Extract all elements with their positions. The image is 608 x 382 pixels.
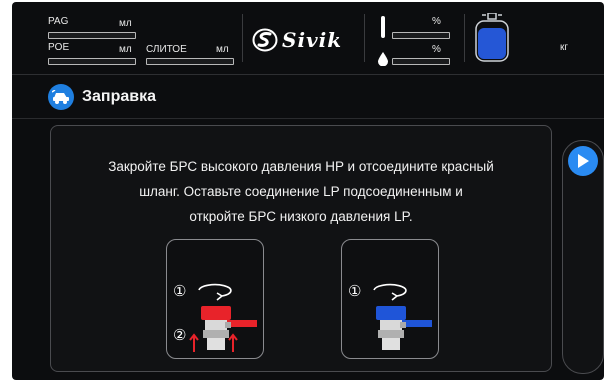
page-title: Заправка [82, 88, 156, 105]
separator [242, 14, 243, 62]
level2-unit: % [432, 44, 441, 55]
pag-unit: мл [119, 18, 132, 29]
step-1-marker: ① [173, 283, 187, 300]
step-2-marker: ② [173, 327, 187, 344]
poe-unit: мл [119, 44, 132, 55]
instruction-line: шланг. Оставьте соединение LP подсоедине… [139, 184, 463, 199]
page-header: Заправка [48, 82, 156, 112]
level-bar-icon [381, 16, 385, 38]
pag-bar [48, 32, 136, 39]
poe-label: POE [48, 42, 70, 53]
screen: PAG мл POE мл СЛИТОЕ мл Sivik % % кг Зап… [12, 2, 604, 380]
level1-bar [392, 32, 450, 39]
divider [12, 118, 604, 119]
divider [12, 74, 604, 75]
tank-icon [475, 13, 509, 62]
brand-logo: Sivik [252, 28, 342, 52]
play-icon[interactable] [568, 146, 598, 176]
clitoe-label: СЛИТОЕ [146, 44, 187, 55]
separator [364, 14, 365, 62]
instruction-panel: Закройте БРС высокого давления HP и отсо… [50, 125, 552, 372]
clitoe-bar [146, 58, 234, 65]
step-1-marker: ① [348, 283, 362, 300]
lp-coupler-card: ① [341, 239, 439, 359]
separator [464, 14, 465, 62]
level2-bar [392, 58, 450, 65]
logo-text: Sivik [282, 28, 343, 52]
next-button[interactable] [562, 140, 604, 374]
poe-bar [48, 58, 136, 65]
tank-unit: кг [560, 42, 569, 53]
level1-unit: % [432, 16, 441, 27]
status-bar: PAG мл POE мл СЛИТОЕ мл Sivik % % кг [12, 2, 604, 74]
pag-label: PAG [48, 16, 69, 27]
hp-coupler-card: ① ② [166, 239, 264, 359]
car-icon [48, 84, 74, 110]
drop-icon [378, 52, 388, 66]
instruction-line: Закройте БРС высокого давления HP и отсо… [108, 159, 494, 174]
instruction-text: Закройте БРС высокого давления HP и отсо… [57, 154, 545, 229]
clitoe-unit: мл [216, 44, 229, 55]
instruction-line: откройте БРС низкого давления LP. [189, 209, 413, 224]
logo-icon [252, 28, 278, 52]
